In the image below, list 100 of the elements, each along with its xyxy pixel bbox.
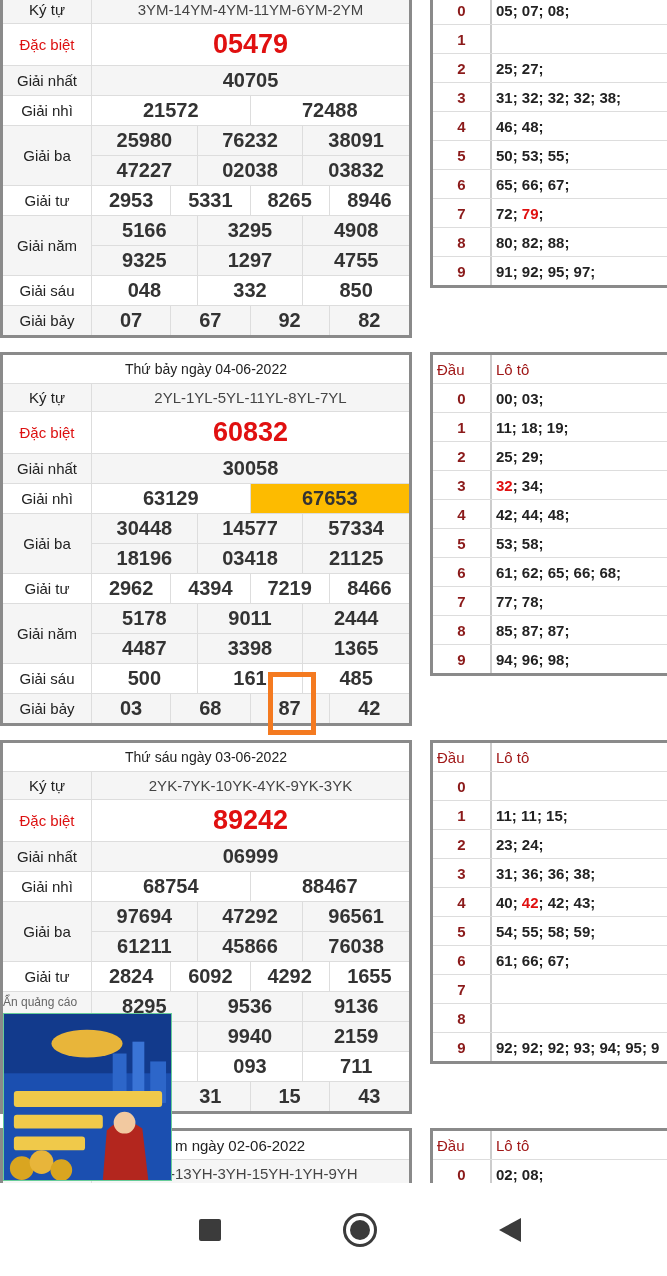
prize-number: 1655 — [346, 964, 393, 989]
prize-number: 8265 — [250, 186, 330, 215]
prize-number: 76038 — [327, 934, 385, 959]
loto-numbers: 00; 03; — [496, 389, 544, 407]
head-digit: 8 — [457, 1009, 466, 1027]
prize-number: 07 — [92, 306, 172, 335]
prize-number: 2953 — [92, 186, 172, 215]
prize-number: 21572 — [92, 96, 251, 125]
prize-number: 87 — [250, 694, 330, 723]
prize-number: 2962 — [92, 574, 172, 603]
back-icon[interactable] — [499, 1217, 521, 1242]
loto-numbers: 92; 92; 92; 93; 94; 95; 9 — [496, 1038, 660, 1056]
column-header: Đầu — [437, 748, 465, 766]
loto-numbers: 54; 55; 58; 59; — [496, 922, 596, 940]
prize-label: Giải nhất — [16, 72, 77, 89]
prize-number: 18196 — [92, 544, 198, 573]
loto-numbers: 05; 07; 08; — [496, 1, 570, 19]
head-digit: 7 — [457, 204, 466, 222]
prize-label: Giải bảy — [19, 312, 75, 329]
loto-numbers: 02; 08; — [496, 1165, 544, 1183]
prize-number: 96561 — [327, 904, 385, 929]
prize-number: 45866 — [197, 932, 304, 961]
prize-label: Giải ba — [23, 147, 71, 164]
prize-number: 9136 — [332, 994, 380, 1019]
prize-number: 3398 — [197, 634, 304, 663]
draw-date: m ngày 02-06-2022 — [175, 1136, 306, 1154]
prize-label: Giải năm — [17, 625, 77, 642]
head-digit: 0 — [457, 1165, 466, 1183]
prize-label: Giải tư — [24, 580, 70, 597]
loto-numbers: 61; 62; 65; 66; 68; — [496, 563, 622, 581]
loto-numbers: 91; 92; 95; 97; — [496, 262, 596, 280]
prize-label: Giải sáu — [19, 282, 75, 299]
prize-number: 9536 — [197, 992, 304, 1021]
prize-number: 67653 — [250, 484, 409, 513]
loto-numbers: 65; 66; 67; — [496, 175, 570, 193]
loto-numbers: 53; 58; — [496, 534, 544, 552]
prize-number: 4394 — [171, 574, 251, 603]
hide-ad-link[interactable]: Ẩn quảng cáo — [3, 995, 78, 1009]
loto-numbers: 31; 36; 36; 38; — [496, 864, 596, 882]
loto-numbers: 25; 29; — [496, 447, 544, 465]
home-icon[interactable] — [343, 1212, 377, 1247]
head-digit: 0 — [457, 777, 466, 795]
loto-numbers: 25; 27; — [496, 59, 544, 77]
recent-apps-icon[interactable] — [199, 1218, 221, 1241]
prize-label: Giải nhất — [16, 848, 77, 865]
head-digit: 3 — [457, 476, 466, 494]
prize-number: 2824 — [92, 962, 172, 991]
prize-number: 1365 — [332, 636, 380, 661]
prize-number: 093 — [197, 1052, 304, 1081]
prize-number: 21125 — [327, 546, 385, 571]
prize-number: 4755 — [332, 248, 380, 273]
special-prize-number: 89242 — [211, 804, 290, 837]
prize-number: 6092 — [171, 962, 251, 991]
loto-numbers: 77; 78; — [496, 592, 544, 610]
prize-number: 03 — [92, 694, 172, 723]
prize-number: 1297 — [197, 246, 304, 275]
head-digit: 5 — [457, 534, 466, 552]
prize-number: 76232 — [197, 126, 304, 155]
head-digit: 1 — [457, 418, 466, 436]
loto-numbers: 94; 96; 98; — [496, 650, 570, 668]
prize-number: 15 — [250, 1082, 330, 1111]
prize-label: Giải sáu — [19, 670, 75, 687]
prize-number: 9940 — [197, 1022, 304, 1051]
head-digit: 2 — [457, 59, 466, 77]
prize-label: Giải tư — [24, 968, 70, 985]
prize-number: 3295 — [197, 216, 304, 245]
loto-numbers: 42; 44; 48; — [496, 505, 570, 523]
prize-label: Giải năm — [17, 237, 77, 254]
prize-number: 4292 — [250, 962, 330, 991]
loto-numbers: 23; 24; — [496, 835, 544, 853]
prize-number: 03832 — [327, 158, 385, 183]
prize-label: Đặc biệt — [19, 36, 75, 53]
head-digit: 6 — [457, 951, 466, 969]
head-digit: 8 — [457, 233, 466, 251]
prize-label: Giải ba — [23, 923, 71, 940]
head-digit: 4 — [457, 505, 466, 523]
prize-number: 25980 — [92, 126, 198, 155]
prize-number: 7219 — [250, 574, 330, 603]
prize-label: Giải nhì — [21, 490, 73, 507]
prize-number: 8466 — [346, 576, 393, 601]
column-header: Đầu — [437, 1136, 465, 1154]
prize-number: 485 — [338, 666, 374, 691]
prize-label: Giải ba — [23, 535, 71, 552]
prize-number: 03418 — [197, 544, 304, 573]
prize-number: 5178 — [92, 604, 198, 633]
prize-number: 97694 — [92, 902, 198, 931]
loto-numbers: 85; 87; 87; — [496, 621, 570, 639]
head-digit: 0 — [457, 389, 466, 407]
prize-number: 06999 — [221, 844, 280, 869]
prize-number: 9325 — [92, 246, 198, 275]
prize-number: 63129 — [92, 484, 251, 513]
head-digit: 1 — [457, 30, 466, 48]
draw-date: Thứ bảy ngày 04-06-2022 — [125, 361, 287, 377]
special-prize-number: 05479 — [211, 28, 290, 61]
prize-number: 61211 — [92, 932, 198, 961]
ticket-code: 2YL-1YL-5YL-11YL-8YL-7YL — [153, 388, 348, 408]
prize-number: 30448 — [92, 514, 198, 543]
loto-numbers: 32; 34; — [496, 476, 544, 494]
prize-label: Ký tự — [29, 1, 65, 18]
prize-label: Giải nhì — [21, 102, 73, 119]
